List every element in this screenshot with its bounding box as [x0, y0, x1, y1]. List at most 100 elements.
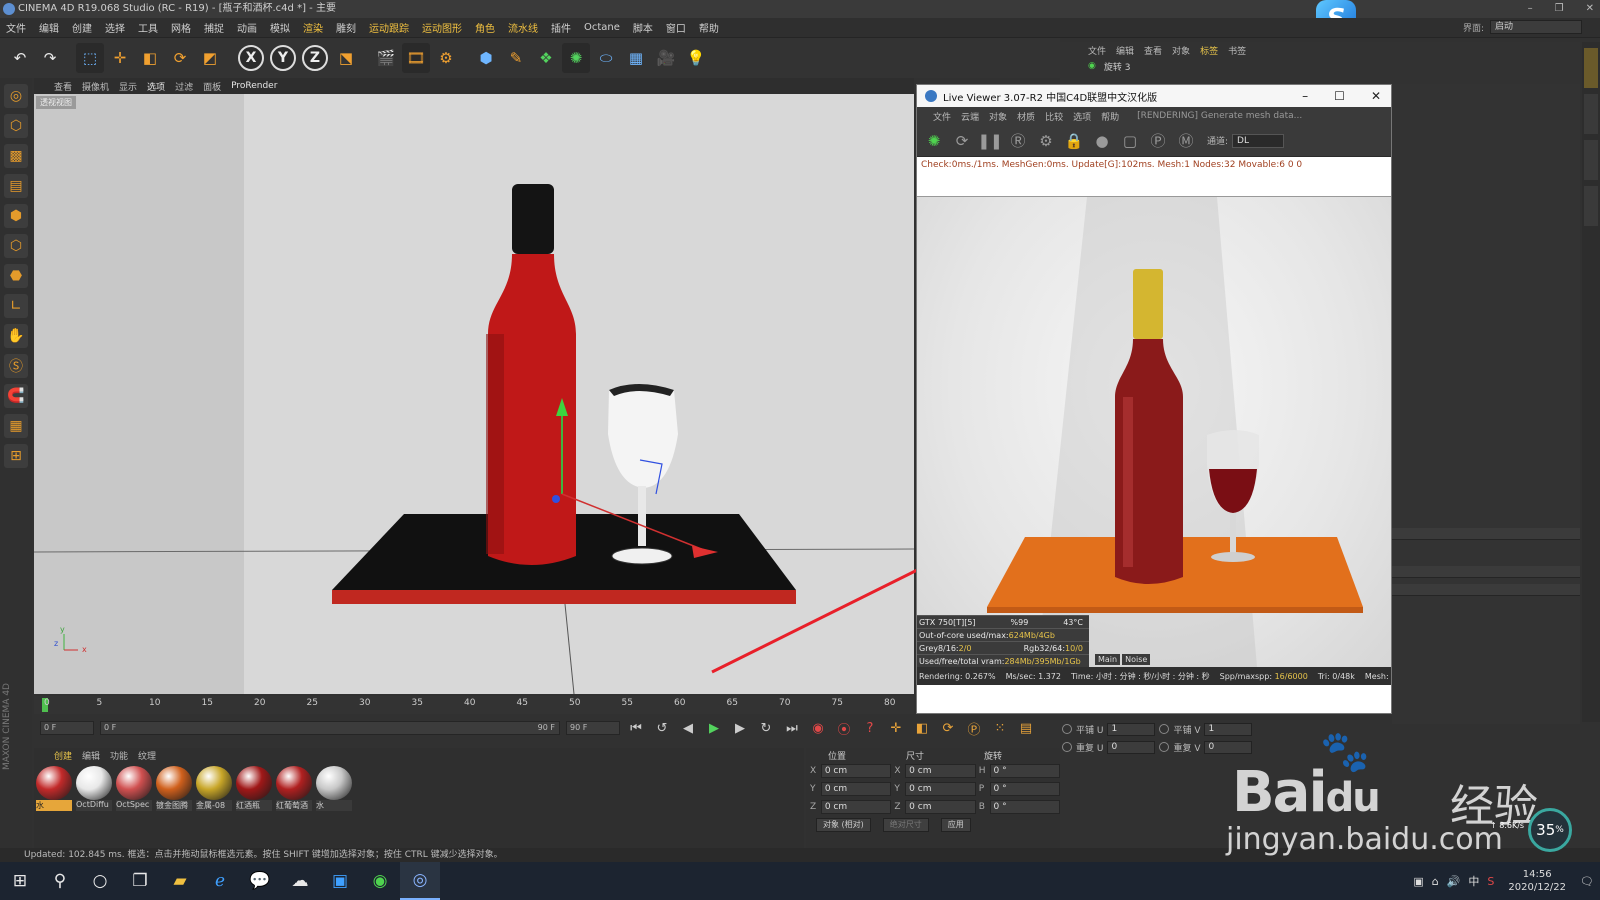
coord-value-field[interactable]: 0 cm: [905, 782, 976, 796]
lv-menu-materials[interactable]: 材质: [1017, 110, 1035, 123]
prev-key-icon[interactable]: ↺: [652, 718, 672, 738]
pick-focus-icon[interactable]: Ⓟ: [1147, 130, 1169, 152]
lock-icon[interactable]: 🔒: [1063, 130, 1085, 152]
render-view-icon[interactable]: 🎬: [372, 43, 400, 73]
menu-plugins[interactable]: 插件: [551, 20, 571, 35]
close-icon[interactable]: ✕: [1586, 0, 1594, 18]
material-swatch[interactable]: 金属-08: [196, 766, 232, 811]
position-key-icon[interactable]: ✛: [886, 718, 906, 738]
attr-dropdown-2[interactable]: [1392, 584, 1580, 596]
app-store-icon[interactable]: ▣: [320, 862, 360, 900]
light-icon[interactable]: 💡: [682, 43, 710, 73]
tab-takes[interactable]: [1584, 94, 1598, 134]
texture-mode-icon[interactable]: ▩: [4, 144, 28, 168]
coord-value-field[interactable]: 0 cm: [820, 764, 892, 778]
lv-menu-compare[interactable]: 比较: [1045, 110, 1063, 123]
material-swatch[interactable]: 水: [36, 766, 72, 811]
om-menu-file[interactable]: 文件: [1088, 44, 1106, 57]
menu-motion-tracking[interactable]: 运动跟踪: [369, 20, 409, 35]
lv-menu-help[interactable]: 帮助: [1101, 110, 1119, 123]
live-viewer-titlebar[interactable]: Live Viewer 3.07-R2 中国C4D联盟中文汉化版 – ☐ ✕: [917, 85, 1391, 107]
menu-simulate[interactable]: 模拟: [270, 20, 290, 35]
file-explorer-icon[interactable]: ▰: [160, 862, 200, 900]
menu-create[interactable]: 创建: [72, 20, 92, 35]
mat-menu-texture[interactable]: 纹理: [138, 749, 156, 762]
model-mode-icon[interactable]: ⬡: [4, 114, 28, 138]
rotation-key-icon[interactable]: ⟳: [938, 718, 958, 738]
workplane-lock-icon[interactable]: ⊞: [4, 444, 28, 468]
send-scene-icon[interactable]: ✺: [923, 130, 945, 152]
tag-main[interactable]: Main: [1095, 654, 1121, 665]
coord-size-mode-dropdown[interactable]: 绝对尺寸: [882, 818, 929, 832]
region-box-icon[interactable]: ▢: [1119, 130, 1141, 152]
frame-range-slider[interactable]: 0 F 90 F: [100, 721, 560, 735]
snap-icon[interactable]: 🧲: [4, 384, 28, 408]
menu-snap[interactable]: 捕捉: [204, 20, 224, 35]
mat-menu-function[interactable]: 功能: [110, 749, 128, 762]
z-axis-lock-icon[interactable]: Z: [302, 45, 328, 71]
menu-character[interactable]: 角色: [475, 20, 495, 35]
parameter-key-icon[interactable]: Ⓟ: [964, 718, 984, 738]
point-level-key-icon[interactable]: ⁙: [990, 718, 1010, 738]
menu-script[interactable]: 脚本: [633, 20, 653, 35]
coord-mode-dropdown[interactable]: 对象 (相对): [816, 818, 871, 832]
menu-mograph[interactable]: 运动图形: [422, 20, 462, 35]
scale-icon[interactable]: ◧: [136, 43, 164, 73]
mat-menu-create[interactable]: 创建: [54, 749, 72, 762]
pick-material-icon[interactable]: Ⓜ: [1175, 130, 1197, 152]
menu-render[interactable]: 渲染: [303, 20, 323, 35]
undo-icon[interactable]: ↶: [6, 43, 34, 73]
material-swatch[interactable]: 水: [316, 766, 352, 811]
coord-value-field[interactable]: 0 °: [989, 800, 1061, 814]
menu-sculpt[interactable]: 雕刻: [336, 20, 356, 35]
tray-network-icon[interactable]: ⌂: [1432, 875, 1439, 888]
menu-animate[interactable]: 动画: [237, 20, 257, 35]
taskbar-clock[interactable]: 14:56 2020/12/22: [1508, 868, 1566, 894]
coord-value-field[interactable]: 0 cm: [905, 764, 976, 778]
coord-value-field[interactable]: 0 cm: [820, 782, 892, 796]
tag-noise[interactable]: Noise: [1122, 654, 1151, 665]
scale-key-icon[interactable]: ◧: [912, 718, 932, 738]
object-row[interactable]: ◉ 旋转 3: [1060, 58, 1580, 74]
menu-help[interactable]: 帮助: [699, 20, 719, 35]
menu-window[interactable]: 窗口: [666, 20, 686, 35]
region-render-icon[interactable]: Ⓡ: [1007, 130, 1029, 152]
menu-octane[interactable]: Octane: [584, 22, 620, 33]
pen-spline-icon[interactable]: ✎: [502, 43, 530, 73]
edge-browser-icon[interactable]: ℯ: [200, 862, 240, 900]
om-menu-object[interactable]: 对象: [1172, 44, 1190, 57]
live-select-icon[interactable]: ⬚: [76, 43, 104, 73]
lv-close-icon[interactable]: ✕: [1371, 89, 1381, 103]
attr-dropdown-1[interactable]: [1392, 566, 1580, 578]
speed-ball-widget[interactable]: 35%: [1528, 808, 1572, 852]
points-mode-icon[interactable]: ⬢: [4, 204, 28, 228]
coord-value-field[interactable]: 0 °: [989, 764, 1061, 778]
go-to-start-icon[interactable]: ⏮: [626, 718, 646, 738]
tray-sogou-icon[interactable]: S: [1487, 875, 1494, 888]
rotate-icon[interactable]: ⟳: [166, 43, 194, 73]
material-ball-icon[interactable]: ●: [1091, 130, 1113, 152]
keyframe-selection-icon[interactable]: ?: [860, 718, 880, 738]
tile-v-anim-icon[interactable]: [1159, 724, 1170, 734]
coord-value-field[interactable]: 0 cm: [905, 800, 976, 814]
move-icon[interactable]: ✛: [106, 43, 134, 73]
cube-primitive-icon[interactable]: ⬢: [472, 43, 500, 73]
menu-edit[interactable]: 编辑: [39, 20, 59, 35]
viewport-menu-view[interactable]: 查看: [54, 80, 72, 93]
minimize-icon[interactable]: –: [1528, 0, 1533, 18]
floor-icon[interactable]: ▦: [622, 43, 650, 73]
restore-icon[interactable]: ❐: [1555, 0, 1564, 18]
timeline-ruler[interactable]: 0 5 10 15 20 25 30 35 40 45 50 55 60 65 70 75 80: [34, 696, 914, 714]
x-axis-lock-icon[interactable]: X: [238, 45, 264, 71]
lv-minimize-icon[interactable]: –: [1302, 89, 1308, 103]
camera-icon[interactable]: 🎥: [652, 43, 680, 73]
repeat-u-field[interactable]: 0: [1107, 740, 1156, 754]
menu-mesh[interactable]: 网格: [171, 20, 191, 35]
autokey-icon[interactable]: ⦿: [834, 718, 854, 738]
baidu-netdisk-icon[interactable]: ☁: [280, 862, 320, 900]
prev-frame-icon[interactable]: ◀: [678, 718, 698, 738]
viewport-menu-display[interactable]: 显示: [119, 80, 137, 93]
browser-icon[interactable]: ◉: [360, 862, 400, 900]
lv-maximize-icon[interactable]: ☐: [1334, 89, 1345, 103]
om-menu-view[interactable]: 查看: [1144, 44, 1162, 57]
